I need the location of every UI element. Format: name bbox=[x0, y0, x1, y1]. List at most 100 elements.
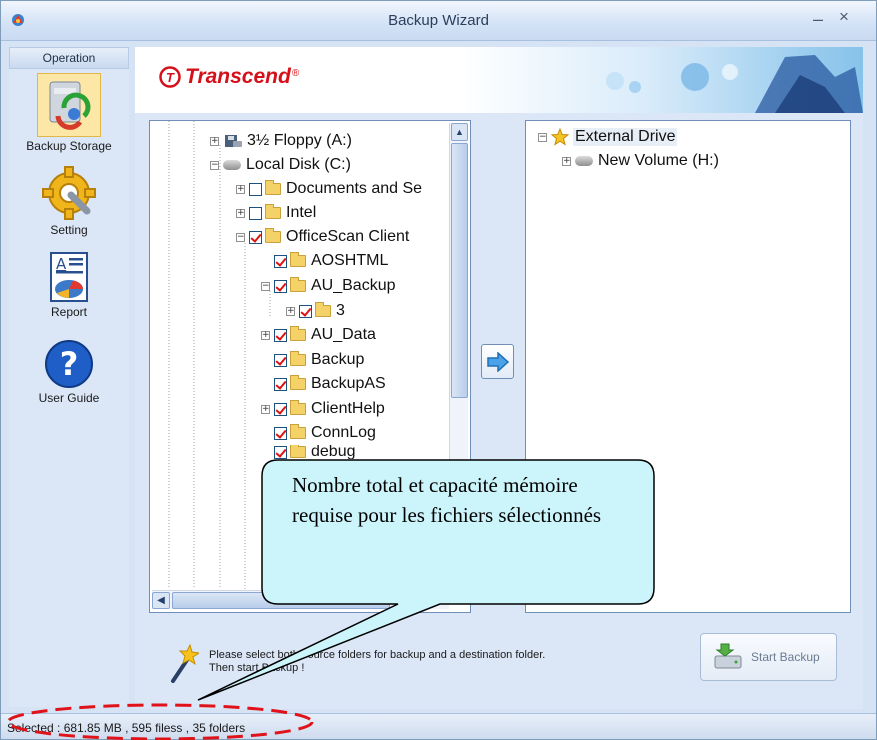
tree-node[interactable]: Backup bbox=[261, 348, 364, 372]
backup-storage-icon bbox=[49, 81, 91, 130]
tree-node[interactable]: + AU_Data bbox=[261, 323, 376, 347]
transcend-logo-icon: T bbox=[159, 66, 181, 88]
tree-node-label: New Volume (H:) bbox=[598, 152, 719, 169]
folder-checkbox[interactable] bbox=[274, 328, 287, 342]
right-arrow-icon bbox=[486, 351, 509, 372]
callout-text: Nombre total et capacité mémoire requise… bbox=[292, 473, 602, 527]
folder-icon bbox=[290, 375, 306, 390]
star-icon bbox=[551, 128, 569, 146]
report-icon: A bbox=[50, 252, 88, 302]
drive-icon bbox=[575, 156, 593, 166]
expand-icon[interactable]: + bbox=[210, 136, 219, 146]
folder-checkbox[interactable] bbox=[249, 182, 262, 196]
tree-node[interactable]: + Intel bbox=[236, 201, 316, 225]
sidebar-item-user-guide[interactable]: ? User Guide bbox=[9, 339, 129, 405]
add-to-destination-button[interactable] bbox=[481, 344, 514, 379]
tree-horizontal-scrollbar[interactable]: ◀ bbox=[152, 590, 449, 609]
folder-checkbox[interactable] bbox=[274, 279, 287, 293]
logo-trademark: ® bbox=[291, 67, 300, 79]
folder-checkbox[interactable] bbox=[299, 304, 312, 318]
gear-wrench-icon bbox=[42, 166, 96, 220]
drive-icon bbox=[223, 160, 241, 170]
tree-node[interactable]: AOSHTML bbox=[261, 249, 388, 273]
minimize-button[interactable]: – bbox=[813, 9, 823, 30]
tree-node[interactable]: debug bbox=[261, 445, 356, 459]
tree-node[interactable]: + Documents and Se bbox=[236, 177, 422, 201]
tree-node[interactable]: − AU_Backup bbox=[261, 274, 396, 298]
tree-node-label: 3½ Floppy (A:) bbox=[247, 132, 352, 149]
folder-checkbox[interactable] bbox=[274, 353, 287, 367]
folder-checkbox[interactable] bbox=[274, 445, 287, 459]
tree-node-label: Backup bbox=[311, 351, 365, 368]
tree-node-label: AU_Backup bbox=[311, 277, 396, 294]
start-backup-label: Start Backup bbox=[751, 650, 820, 664]
folder-checkbox[interactable] bbox=[249, 206, 262, 220]
destination-tree-node[interactable]: − External Drive bbox=[538, 125, 678, 149]
collapse-icon[interactable]: − bbox=[538, 132, 547, 142]
folder-icon bbox=[290, 252, 306, 267]
tree-node-label: AU_Data bbox=[311, 326, 376, 343]
scroll-left-arrow-icon[interactable]: ◀ bbox=[152, 592, 170, 609]
sidebar-item-label: User Guide bbox=[38, 391, 100, 405]
sidebar-header: Operation bbox=[9, 47, 129, 69]
tree-node-label: External Drive bbox=[573, 128, 678, 146]
hint-text: Please select both source folders for ba… bbox=[209, 649, 546, 674]
tree-node-label: Local Disk (C:) bbox=[246, 156, 351, 173]
scroll-thumb[interactable] bbox=[451, 143, 468, 398]
folder-icon bbox=[265, 204, 281, 219]
folder-icon bbox=[290, 400, 306, 415]
folder-icon bbox=[290, 445, 306, 458]
scroll-up-arrow-icon[interactable]: ▲ bbox=[451, 123, 468, 141]
tree-node[interactable]: BackupAS bbox=[261, 372, 386, 396]
folder-checkbox[interactable] bbox=[274, 402, 287, 416]
expand-icon[interactable]: + bbox=[236, 208, 245, 218]
tree-node[interactable]: +3 bbox=[286, 299, 345, 323]
main-panel: T Transcend ® +3½ Floppy (A:) − Local Disk… bbox=[135, 47, 863, 709]
folder-checkbox[interactable] bbox=[274, 426, 287, 440]
collapse-icon[interactable]: − bbox=[210, 160, 219, 170]
folder-icon bbox=[290, 326, 306, 341]
expand-icon[interactable]: + bbox=[261, 330, 270, 340]
folder-icon bbox=[315, 302, 331, 317]
help-icon: ? bbox=[45, 340, 93, 388]
banner-graphic-icon bbox=[606, 55, 863, 113]
tree-node-label: BackupAS bbox=[311, 375, 386, 392]
status-bar: Selected : 681.85 MB , 595 filess , 35 f… bbox=[1, 713, 876, 739]
folder-checkbox[interactable] bbox=[274, 254, 287, 268]
sidebar-item-report[interactable]: A Report bbox=[9, 251, 129, 319]
title-bar[interactable]: Backup Wizard – × bbox=[1, 1, 876, 41]
tree-node-label: ClientHelp bbox=[311, 400, 385, 417]
header-banner: T Transcend ® bbox=[135, 47, 863, 113]
sidebar-item-label: Report bbox=[50, 305, 88, 319]
backup-wizard-window: Backup Wizard – × Operation Backup Stora… bbox=[0, 0, 877, 740]
expand-icon[interactable]: + bbox=[236, 184, 245, 194]
collapse-icon[interactable]: − bbox=[261, 281, 270, 291]
destination-folder-tree[interactable]: − External Drive + New Volume (H:) bbox=[525, 120, 851, 613]
svg-text:T: T bbox=[166, 70, 175, 85]
expand-icon[interactable]: + bbox=[261, 404, 270, 414]
tree-node-label: OfficeScan Client bbox=[286, 228, 410, 245]
tree-node[interactable]: + ClientHelp bbox=[261, 397, 385, 421]
close-button[interactable]: × bbox=[839, 7, 849, 27]
folder-checkbox[interactable] bbox=[274, 377, 287, 391]
destination-tree-node[interactable]: + New Volume (H:) bbox=[562, 149, 719, 173]
sidebar-item-setting[interactable]: Setting bbox=[9, 165, 129, 237]
folder-icon bbox=[290, 351, 306, 366]
transcend-logo: T Transcend ® bbox=[159, 65, 299, 89]
tree-node[interactable]: ConnLog bbox=[261, 421, 376, 445]
expand-icon[interactable]: + bbox=[286, 306, 295, 316]
sidebar-item-backup-storage[interactable]: Backup Storage bbox=[9, 73, 129, 153]
source-folder-tree[interactable]: +3½ Floppy (A:) − Local Disk (C:) + Document… bbox=[149, 120, 471, 613]
tree-node[interactable]: − Local Disk (C:) bbox=[210, 153, 351, 177]
collapse-icon[interactable]: − bbox=[236, 232, 245, 242]
tree-node[interactable]: +3½ Floppy (A:) bbox=[210, 129, 352, 153]
sidebar-item-label: Setting bbox=[50, 223, 88, 237]
sidebar-item-label: Backup Storage bbox=[26, 139, 112, 153]
folder-icon bbox=[290, 277, 306, 292]
scroll-thumb[interactable] bbox=[172, 592, 390, 609]
expand-icon[interactable]: + bbox=[562, 156, 571, 166]
tree-node[interactable]: − OfficeScan Client bbox=[236, 225, 409, 249]
start-backup-button[interactable]: Start Backup bbox=[700, 633, 837, 681]
logo-text: Transcend bbox=[185, 65, 291, 88]
folder-checkbox[interactable] bbox=[249, 230, 262, 244]
